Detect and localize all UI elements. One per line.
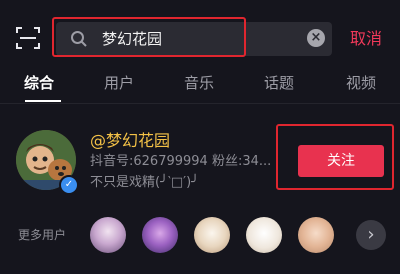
- active-tab-indicator: [25, 100, 61, 102]
- clear-icon[interactable]: ×: [307, 29, 325, 47]
- cancel-button[interactable]: 取消: [350, 28, 382, 50]
- search-highlight-box: [52, 17, 246, 57]
- more-user-avatar[interactable]: [194, 217, 230, 253]
- tab-music[interactable]: 音乐: [184, 72, 214, 94]
- tab-bar: 综合 用户 音乐 话题 视频: [0, 72, 400, 96]
- tab-topics[interactable]: 话题: [264, 72, 294, 94]
- username[interactable]: @梦幻花园: [90, 130, 170, 152]
- tab-users[interactable]: 用户: [104, 72, 134, 94]
- user-signature: 不只是戏精(╯‵□′)╯: [90, 175, 199, 190]
- tab-videos[interactable]: 视频: [346, 72, 376, 94]
- tab-comprehensive[interactable]: 综合: [24, 72, 54, 94]
- verified-icon: ✓: [59, 175, 79, 195]
- more-user-avatar[interactable]: [246, 217, 282, 253]
- divider: [0, 103, 400, 104]
- follow-highlight-box: [276, 124, 394, 190]
- scan-icon[interactable]: [14, 24, 42, 52]
- more-user-avatar[interactable]: [142, 217, 178, 253]
- more-users-label: 更多用户: [18, 228, 67, 242]
- chevron-right-icon[interactable]: ›: [356, 220, 386, 250]
- more-user-avatar[interactable]: [90, 217, 126, 253]
- user-id-fans: 抖音号:626799994 粉丝:34...: [90, 154, 272, 169]
- more-user-avatar[interactable]: [298, 217, 334, 253]
